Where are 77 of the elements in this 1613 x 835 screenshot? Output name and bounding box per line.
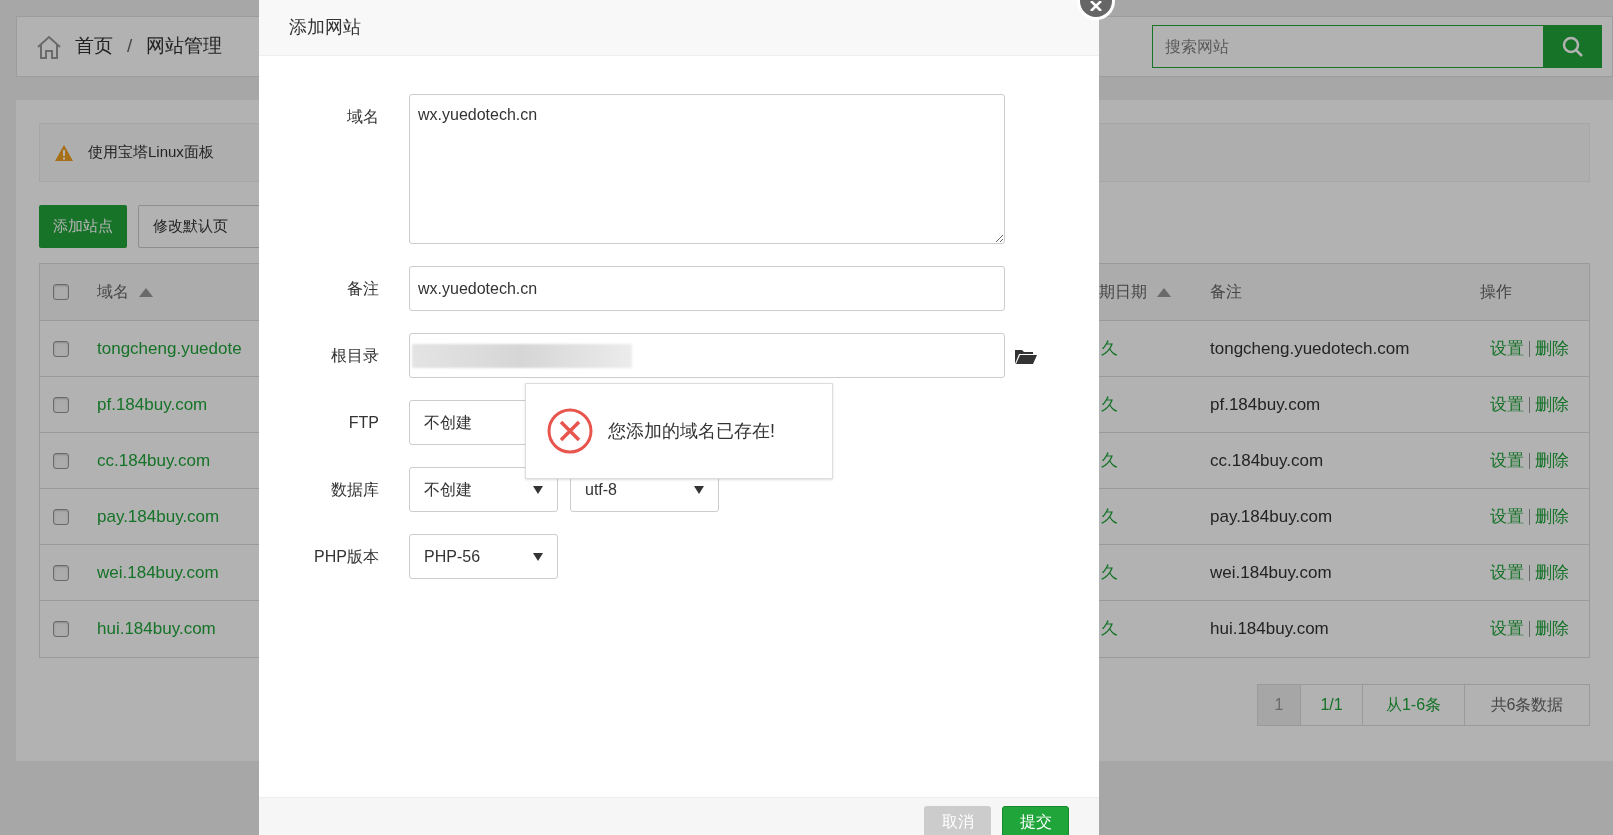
checkbox[interactable] [53, 452, 69, 469]
domain-link[interactable]: tongcheng.yuedote [97, 338, 242, 358]
expiry-text[interactable]: 久 [1101, 338, 1118, 358]
select-field[interactable]: PHP-56 [409, 534, 558, 579]
pagination-item[interactable]: 共6条数据 [1465, 684, 1590, 726]
pagination-item[interactable]: 从1-6条 [1363, 684, 1465, 726]
home-icon[interactable] [35, 33, 63, 60]
search-field[interactable]: 搜索网站 [1152, 25, 1544, 68]
delete-link[interactable]: 删除 [1535, 391, 1569, 418]
note-field[interactable]: wx.yuedotech.cn [409, 266, 1005, 311]
expiry-text[interactable]: 久 [1101, 450, 1118, 470]
dropdown-arrow-icon [533, 552, 543, 561]
field-label: 根目录 [331, 347, 379, 364]
breadcrumb-link[interactable]: 首页 [75, 32, 113, 61]
settings-link[interactable]: 设置 [1490, 616, 1524, 642]
search-button[interactable] [1544, 25, 1602, 68]
select-field[interactable]: 不创建 [409, 467, 558, 512]
warning-icon [54, 143, 74, 162]
dropdown-arrow-icon [694, 485, 704, 494]
folder-icon[interactable] [1015, 347, 1037, 364]
close-icon [1090, 1, 1102, 11]
column-header[interactable]: 期日期 [1099, 280, 1147, 304]
domain-link[interactable]: cc.184buy.com [97, 450, 211, 470]
delete-link[interactable]: 删除 [1535, 616, 1569, 642]
dropdown-arrow-icon [533, 485, 543, 494]
domain-link[interactable]: wei.184buy.com [97, 562, 219, 582]
settings-link[interactable]: 设置 [1490, 503, 1524, 530]
settings-link[interactable]: 设置 [1490, 559, 1524, 586]
domain-link[interactable]: hui.184buy.com [97, 619, 216, 639]
error-icon [546, 407, 594, 455]
delete-link[interactable]: 删除 [1535, 559, 1569, 586]
field-label: 域名 [347, 108, 379, 125]
domain-link[interactable]: pf.184buy.com [97, 394, 208, 414]
field-label: PHP版本 [314, 548, 379, 565]
checkbox[interactable] [53, 508, 69, 525]
delete-link[interactable]: 删除 [1535, 447, 1569, 474]
pagination-item[interactable]: 1 [1257, 684, 1301, 726]
search-icon [1561, 34, 1585, 59]
sort-icon[interactable] [139, 287, 153, 297]
checkbox[interactable] [53, 396, 69, 413]
settings-link[interactable]: 设置 [1490, 335, 1524, 362]
note-text: wei.184buy.com [1210, 562, 1332, 582]
delete-link[interactable]: 删除 [1535, 503, 1569, 530]
field-label: 备注 [347, 280, 379, 297]
domain-textarea[interactable]: wx.yuedotech.cn [409, 94, 1005, 244]
pagination-item[interactable]: 1/1 [1301, 684, 1363, 726]
add-site-button[interactable]: 添加站点 [39, 205, 127, 248]
note-text: pf.184buy.com [1210, 394, 1321, 414]
settings-link[interactable]: 设置 [1490, 391, 1524, 418]
note-text: tongcheng.yuedotech.com [1210, 338, 1410, 358]
sort-icon[interactable] [1157, 287, 1171, 297]
domain-link[interactable]: pay.184buy.com [97, 506, 220, 526]
column-header: 操作 [1480, 282, 1512, 302]
checkbox[interactable] [53, 564, 69, 581]
expiry-text[interactable]: 久 [1101, 394, 1118, 414]
notice-text: 使用宝塔Linux面板 [88, 142, 214, 163]
settings-link[interactable]: 设置 [1490, 447, 1524, 474]
expiry-text[interactable]: 久 [1101, 506, 1118, 526]
note-text: cc.184buy.com [1210, 450, 1324, 470]
submit-button[interactable]: 提交 [1002, 806, 1069, 835]
modal-title: 添加网站 [289, 16, 361, 39]
checkbox[interactable] [53, 621, 69, 637]
expiry-text[interactable]: 久 [1101, 562, 1118, 582]
column-header: 备注 [1210, 282, 1242, 302]
field-label: 数据库 [331, 481, 379, 498]
breadcrumb-link[interactable]: 网站管理 [146, 32, 223, 61]
checkbox[interactable] [53, 284, 69, 300]
column-header[interactable]: 域名 [97, 280, 129, 304]
checkbox[interactable] [53, 340, 69, 357]
breadcrumb-separator: / [127, 34, 133, 59]
delete-link[interactable]: 删除 [1535, 335, 1569, 362]
path-field[interactable] [409, 333, 1005, 378]
note-text: pay.184buy.com [1210, 506, 1333, 526]
note-text: hui.184buy.com [1210, 619, 1329, 639]
field-label: FTP [348, 414, 379, 431]
toast-message: 您添加的域名已存在! [608, 419, 775, 443]
expiry-text[interactable]: 久 [1101, 619, 1118, 639]
